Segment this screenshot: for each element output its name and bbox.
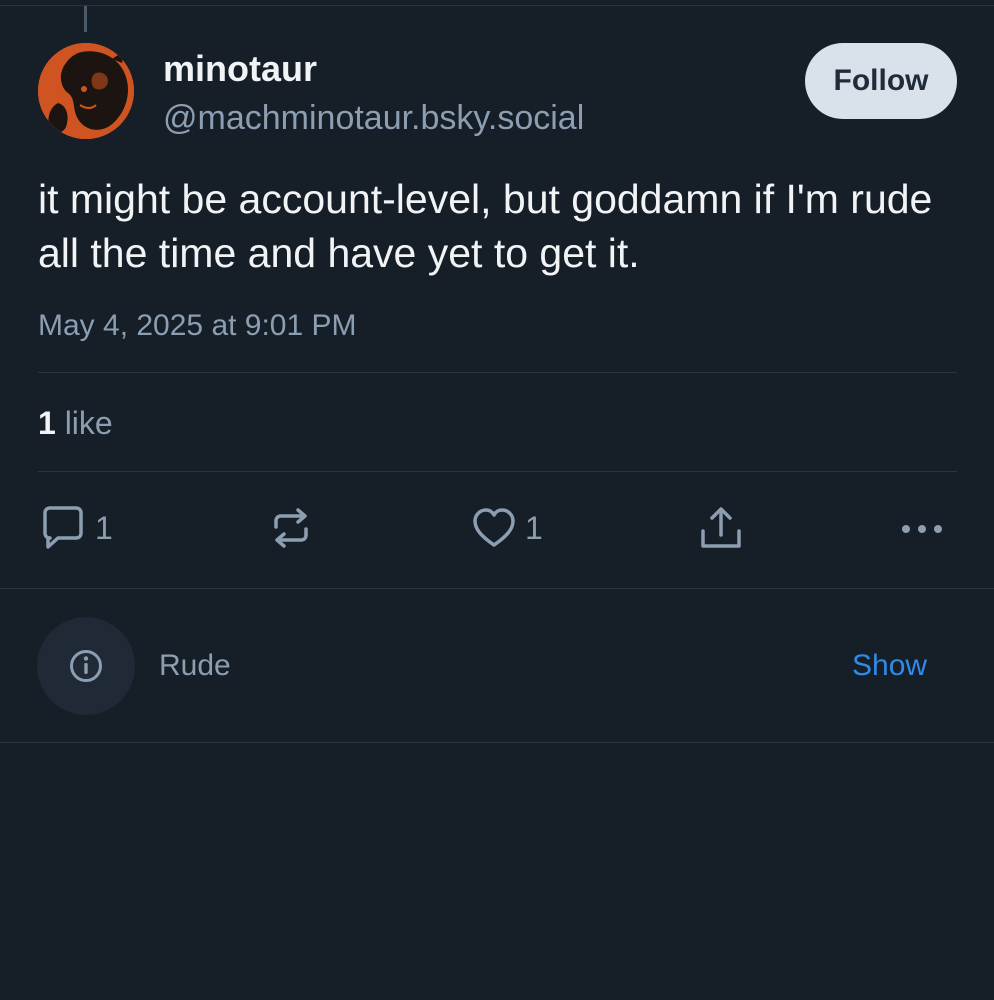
post-text: it might be account-level, but goddamn i… — [38, 176, 933, 276]
author-display-name[interactable]: minotaur — [163, 46, 317, 92]
post-timestamp[interactable]: May 4, 2025 at 9:01 PM — [38, 306, 357, 346]
moderation-label-icon-wrapper — [37, 617, 135, 715]
share-button[interactable] — [698, 503, 744, 553]
reply-count: 1 — [95, 509, 113, 546]
thread-connector-line — [84, 6, 87, 32]
section-divider — [0, 588, 994, 589]
info-icon — [70, 650, 102, 682]
heart-icon — [473, 508, 515, 547]
follow-button[interactable]: Follow — [805, 43, 957, 119]
divider — [38, 372, 957, 373]
avatar[interactable] — [38, 43, 134, 139]
repost-icon — [274, 508, 308, 548]
minotaur-vase-avatar-icon — [38, 43, 134, 139]
likes-count: 1 — [38, 405, 56, 441]
repost-button[interactable] — [268, 503, 314, 553]
divider — [38, 471, 957, 472]
more-options-button[interactable] — [898, 503, 946, 553]
top-divider — [0, 5, 994, 6]
likes-label: like — [64, 405, 113, 441]
like-count: 1 — [525, 509, 543, 546]
section-divider — [0, 742, 994, 743]
moderation-label-text: Rude — [159, 649, 231, 682]
author-handle[interactable]: @machminotaur.bsky.social — [163, 96, 584, 140]
show-hidden-content-button[interactable]: Show — [852, 646, 927, 686]
share-icon — [701, 507, 741, 548]
likes-summary[interactable]: 1 like — [38, 402, 113, 444]
more-icon — [902, 525, 942, 533]
reply-icon — [43, 506, 83, 549]
like-button[interactable]: 1 — [471, 503, 543, 553]
reply-button[interactable]: 1 — [39, 503, 113, 553]
